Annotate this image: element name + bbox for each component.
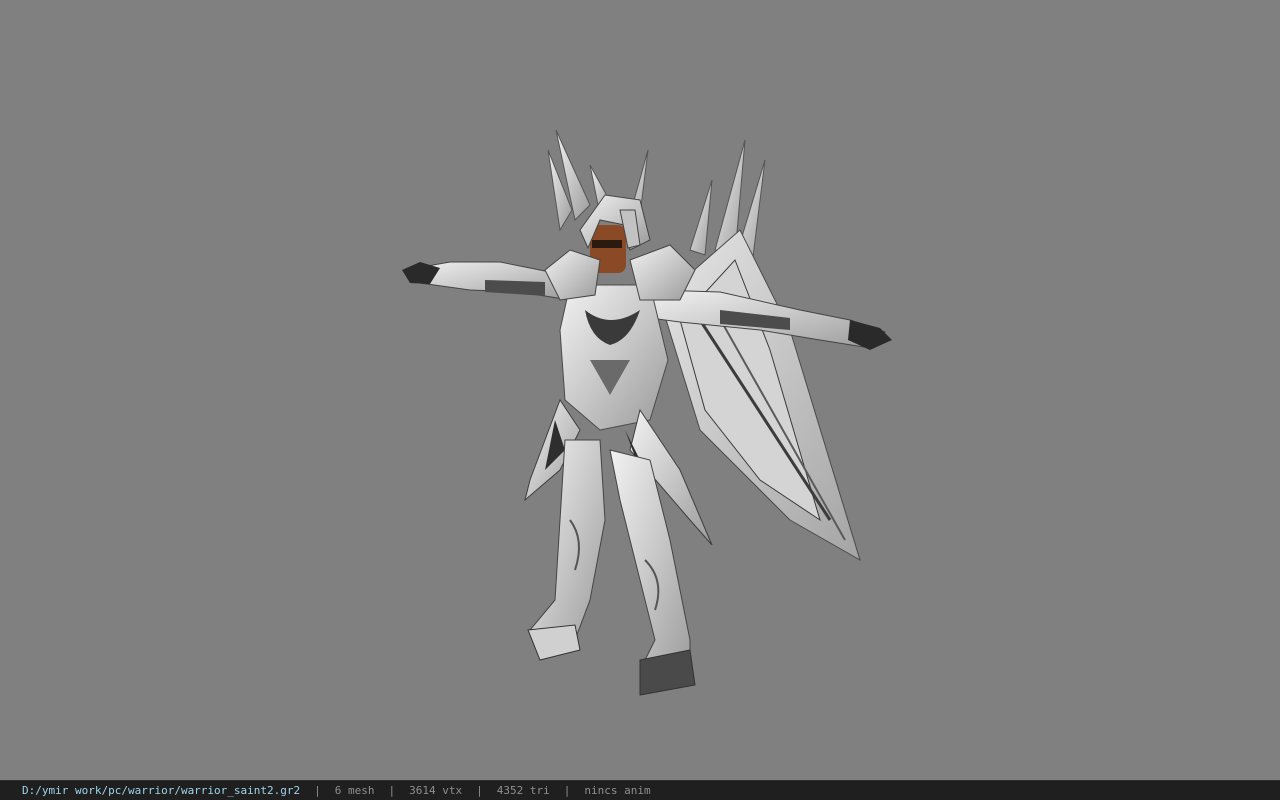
file-path: D:/ymir work/pc/warrior/warrior_saint2.g… [22,784,301,797]
mesh-count: 6 mesh [334,784,375,797]
torso [559,284,669,431]
vertex-count: 3614 vtx [409,784,463,797]
separator: | [388,784,396,797]
triangle-count: 4352 tri [496,784,550,797]
left-arm [402,261,571,301]
separator: | [476,784,483,797]
3d-viewport[interactable] [0,0,1280,780]
animation-status: nincs anim [584,784,651,797]
separator: | [563,784,571,797]
separator: | [314,784,321,797]
warrior-model-icon [402,129,892,696]
status-bar: D:/ymir work/pc/warrior/warrior_saint2.g… [0,780,1280,800]
